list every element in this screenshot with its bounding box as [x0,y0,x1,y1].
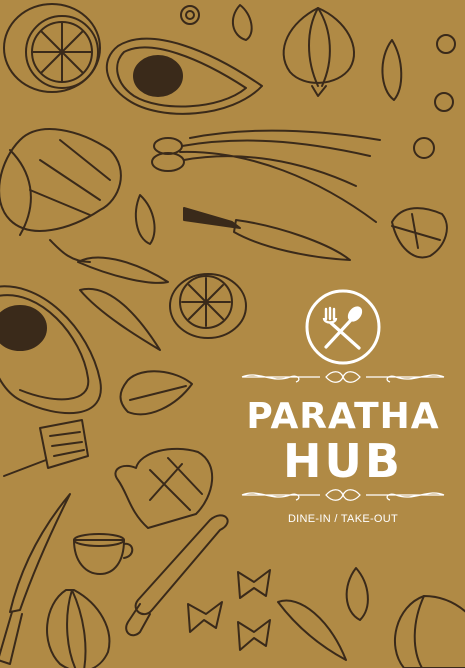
lemon-half-icon [169,273,247,339]
fork-spoon-icon [305,289,381,365]
brand-name-line-2: HUB [283,434,403,488]
onion-icon [282,7,355,97]
knife-icon [183,207,351,261]
brand-name: PARATHA HUB [238,396,448,484]
rolling-pin-icon [125,514,229,637]
avocado-icon [105,37,263,115]
avocado-half-icon [0,285,102,415]
decorative-flourish-top [241,371,445,383]
parsley-icon [0,128,122,263]
spatula-icon [3,419,89,477]
brand-logo: PARATHA HUB DINE-IN / TAKE-OUT [238,288,448,528]
menu-cover: PARATHA HUB DINE-IN / TAKE-OUT [0,0,465,668]
teacup-icon [73,533,134,575]
oven-mitt-icon [114,447,213,529]
onion-bottom-icon [46,589,111,668]
brand-name-line-1: PARATHA [246,396,440,437]
lemon-slice-icon [3,3,101,93]
tagline: DINE-IN / TAKE-OUT [287,513,399,525]
decorative-flourish-bottom [241,489,445,501]
basil-leaf-icon [391,207,448,259]
